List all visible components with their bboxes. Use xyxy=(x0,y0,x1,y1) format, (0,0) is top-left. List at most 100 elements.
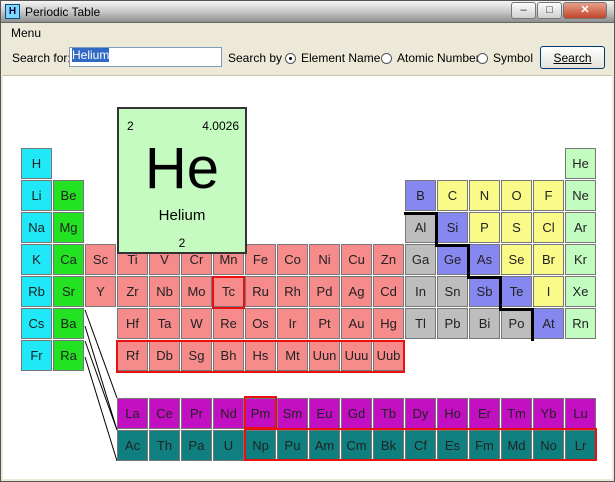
element-cell-cu[interactable]: Cu xyxy=(341,244,372,275)
element-cell-uuu[interactable]: Uuu xyxy=(341,340,372,371)
element-cell-bk[interactable]: Bk xyxy=(373,430,404,461)
element-cell-w[interactable]: W xyxy=(181,308,212,339)
element-cell-pb[interactable]: Pb xyxy=(437,308,468,339)
element-cell-hg[interactable]: Hg xyxy=(373,308,404,339)
element-cell-pt[interactable]: Pt xyxy=(309,308,340,339)
element-cell-sb[interactable]: Sb xyxy=(469,276,500,307)
element-cell-s[interactable]: S xyxy=(501,212,532,243)
element-cell-fr[interactable]: Fr xyxy=(21,340,52,371)
close-button[interactable]: ✕ xyxy=(563,2,607,19)
element-cell-lr[interactable]: Lr xyxy=(565,430,596,461)
element-cell-u[interactable]: U xyxy=(213,430,244,461)
element-cell-os[interactable]: Os xyxy=(245,308,276,339)
element-cell-tb[interactable]: Tb xyxy=(373,398,404,429)
element-cell-th[interactable]: Th xyxy=(149,430,180,461)
minimize-button[interactable]: – xyxy=(511,2,536,19)
element-cell-be[interactable]: Be xyxy=(53,180,84,211)
element-cell-te[interactable]: Te xyxy=(501,276,532,307)
element-cell-la[interactable]: La xyxy=(117,398,148,429)
element-cell-in[interactable]: In xyxy=(405,276,436,307)
element-cell-n[interactable]: N xyxy=(469,180,500,211)
element-cell-cd[interactable]: Cd xyxy=(373,276,404,307)
element-cell-er[interactable]: Er xyxy=(469,398,500,429)
element-cell-na[interactable]: Na xyxy=(21,212,52,243)
element-cell-pm[interactable]: Pm xyxy=(245,398,276,429)
element-cell-lu[interactable]: Lu xyxy=(565,398,596,429)
element-cell-se[interactable]: Se xyxy=(501,244,532,275)
element-cell-pr[interactable]: Pr xyxy=(181,398,212,429)
element-cell-si[interactable]: Si xyxy=(437,212,468,243)
element-cell-al[interactable]: Al xyxy=(405,212,436,243)
element-cell-p[interactable]: P xyxy=(469,212,500,243)
element-cell-bi[interactable]: Bi xyxy=(469,308,500,339)
element-cell-ga[interactable]: Ga xyxy=(405,244,436,275)
element-cell-ni[interactable]: Ni xyxy=(309,244,340,275)
element-cell-re[interactable]: Re xyxy=(213,308,244,339)
element-cell-mg[interactable]: Mg xyxy=(53,212,84,243)
element-cell-yb[interactable]: Yb xyxy=(533,398,564,429)
element-cell-sc[interactable]: Sc xyxy=(85,244,116,275)
element-cell-tm[interactable]: Tm xyxy=(501,398,532,429)
element-cell-ge[interactable]: Ge xyxy=(437,244,468,275)
element-cell-sr[interactable]: Sr xyxy=(53,276,84,307)
element-cell-zn[interactable]: Zn xyxy=(373,244,404,275)
element-cell-fe[interactable]: Fe xyxy=(245,244,276,275)
element-cell-y[interactable]: Y xyxy=(85,276,116,307)
element-cell-ar[interactable]: Ar xyxy=(565,212,596,243)
element-cell-ne[interactable]: Ne xyxy=(565,180,596,211)
element-cell-rh[interactable]: Rh xyxy=(277,276,308,307)
element-cell-he[interactable]: He xyxy=(565,148,596,179)
element-cell-ac[interactable]: Ac xyxy=(117,430,148,461)
element-cell-cl[interactable]: Cl xyxy=(533,212,564,243)
element-cell-ce[interactable]: Ce xyxy=(149,398,180,429)
element-cell-i[interactable]: I xyxy=(533,276,564,307)
element-cell-fm[interactable]: Fm xyxy=(469,430,500,461)
element-cell-xe[interactable]: Xe xyxy=(565,276,596,307)
element-cell-br[interactable]: Br xyxy=(533,244,564,275)
element-cell-c[interactable]: C xyxy=(437,180,468,211)
element-cell-h[interactable]: H xyxy=(21,148,52,179)
element-cell-nb[interactable]: Nb xyxy=(149,276,180,307)
element-cell-co[interactable]: Co xyxy=(277,244,308,275)
element-cell-rb[interactable]: Rb xyxy=(21,276,52,307)
element-cell-pu[interactable]: Pu xyxy=(277,430,308,461)
element-cell-k[interactable]: K xyxy=(21,244,52,275)
element-cell-mt[interactable]: Mt xyxy=(277,340,308,371)
element-cell-bh[interactable]: Bh xyxy=(213,340,244,371)
element-cell-li[interactable]: Li xyxy=(21,180,52,211)
element-cell-ra[interactable]: Ra xyxy=(53,340,84,371)
element-cell-f[interactable]: F xyxy=(533,180,564,211)
element-cell-sn[interactable]: Sn xyxy=(437,276,468,307)
element-cell-db[interactable]: Db xyxy=(149,340,180,371)
element-cell-eu[interactable]: Eu xyxy=(309,398,340,429)
element-cell-ba[interactable]: Ba xyxy=(53,308,84,339)
element-cell-cm[interactable]: Cm xyxy=(341,430,372,461)
element-cell-tl[interactable]: Tl xyxy=(405,308,436,339)
element-cell-au[interactable]: Au xyxy=(341,308,372,339)
element-cell-es[interactable]: Es xyxy=(437,430,468,461)
element-cell-dy[interactable]: Dy xyxy=(405,398,436,429)
element-cell-ir[interactable]: Ir xyxy=(277,308,308,339)
element-cell-rf[interactable]: Rf xyxy=(117,340,148,371)
element-cell-cs[interactable]: Cs xyxy=(21,308,52,339)
element-cell-ca[interactable]: Ca xyxy=(53,244,84,275)
element-cell-o[interactable]: O xyxy=(501,180,532,211)
element-cell-hs[interactable]: Hs xyxy=(245,340,276,371)
element-cell-sm[interactable]: Sm xyxy=(277,398,308,429)
element-cell-sg[interactable]: Sg xyxy=(181,340,212,371)
element-cell-tc[interactable]: Tc xyxy=(213,276,244,307)
element-cell-at[interactable]: At xyxy=(533,308,564,339)
element-cell-nd[interactable]: Nd xyxy=(213,398,244,429)
element-cell-po[interactable]: Po xyxy=(501,308,532,339)
element-cell-gd[interactable]: Gd xyxy=(341,398,372,429)
element-cell-no[interactable]: No xyxy=(533,430,564,461)
element-cell-ag[interactable]: Ag xyxy=(341,276,372,307)
element-cell-uun[interactable]: Uun xyxy=(309,340,340,371)
element-cell-pd[interactable]: Pd xyxy=(309,276,340,307)
element-cell-cf[interactable]: Cf xyxy=(405,430,436,461)
element-cell-ru[interactable]: Ru xyxy=(245,276,276,307)
element-cell-zr[interactable]: Zr xyxy=(117,276,148,307)
maximize-button[interactable]: □ xyxy=(537,2,562,19)
element-cell-as[interactable]: As xyxy=(469,244,500,275)
element-cell-hf[interactable]: Hf xyxy=(117,308,148,339)
